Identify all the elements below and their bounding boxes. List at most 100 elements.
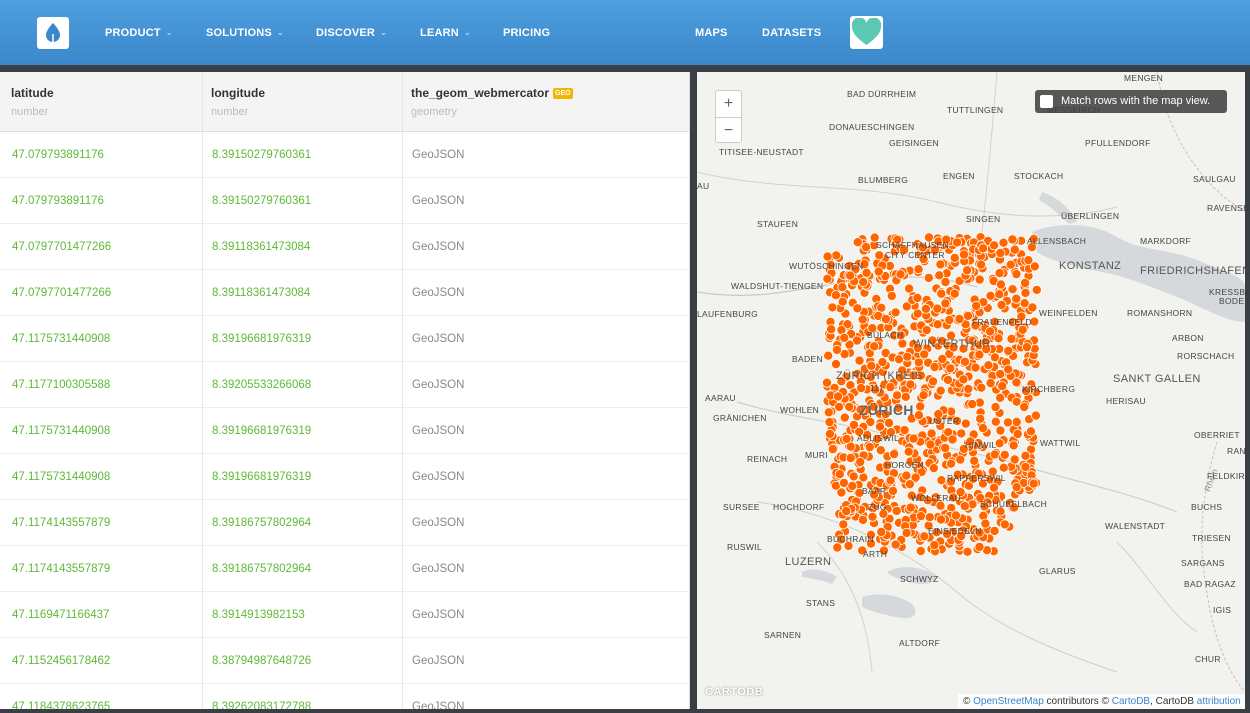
data-point[interactable] [958,249,969,260]
zoom-out-button[interactable]: − [716,117,741,143]
table-row[interactable]: 47.0797701477266 8.39118361473084 GeoJSON [0,270,689,316]
data-point[interactable] [892,390,903,401]
table-cell[interactable]: 8.39150279760361 [200,132,402,178]
data-point[interactable] [989,240,1000,251]
data-point[interactable] [1019,401,1030,412]
data-point[interactable] [903,446,914,457]
table-row[interactable]: 47.1177100305588 8.39205533266068 GeoJSON [0,362,689,408]
data-point[interactable] [918,390,929,401]
data-point[interactable] [913,264,924,275]
data-point[interactable] [935,514,946,525]
data-point[interactable] [839,332,850,343]
data-point[interactable] [915,511,926,522]
data-point[interactable] [942,374,953,385]
data-point[interactable] [919,349,930,360]
data-point[interactable] [908,433,919,444]
data-point[interactable] [1025,426,1036,437]
table-cell[interactable]: GeoJSON [400,224,689,270]
table-cell[interactable]: 47.079793891176 [0,178,202,224]
data-point[interactable] [950,510,961,521]
table-cell[interactable]: GeoJSON [400,546,689,592]
data-point[interactable] [1008,440,1019,451]
data-point[interactable] [1007,234,1018,245]
data-point[interactable] [833,391,844,402]
table-row[interactable]: 47.1174143557879 8.39186757802964 GeoJSON [0,546,689,592]
data-point[interactable] [1003,364,1014,375]
data-point[interactable] [923,272,934,283]
data-point[interactable] [1031,284,1042,295]
data-point[interactable] [921,325,932,336]
table-cell[interactable]: GeoJSON [400,408,689,454]
data-point[interactable] [967,399,978,410]
data-point[interactable] [1023,255,1034,266]
data-point[interactable] [913,410,924,421]
data-point[interactable] [904,479,915,490]
data-point[interactable] [852,303,863,314]
data-point[interactable] [940,276,951,287]
data-point[interactable] [963,383,974,394]
table-cell[interactable]: 47.079793891176 [0,132,202,178]
data-point[interactable] [869,341,880,352]
data-point[interactable] [997,381,1008,392]
table-cell[interactable]: 47.1175731440908 [0,316,202,362]
data-point[interactable] [841,433,852,444]
data-point[interactable] [841,506,852,517]
data-point[interactable] [880,314,891,325]
table-cell[interactable]: GeoJSON [400,592,689,638]
table-cell[interactable]: 47.1184378623765 [0,684,202,709]
data-point[interactable] [1020,461,1031,472]
data-point[interactable] [1012,428,1023,439]
data-point[interactable] [944,314,955,325]
data-point[interactable] [861,242,872,253]
data-point[interactable] [970,362,981,373]
data-point[interactable] [847,480,858,491]
table-cell[interactable]: 47.1175731440908 [0,408,202,454]
data-point[interactable] [1005,259,1016,270]
data-point[interactable] [929,361,940,372]
data-point[interactable] [824,428,835,439]
data-point[interactable] [837,296,848,307]
data-point[interactable] [940,298,951,309]
data-point[interactable] [945,458,956,469]
data-point[interactable] [886,290,897,301]
data-point[interactable] [960,418,971,429]
data-point[interactable] [980,518,991,529]
data-point[interactable] [913,357,924,368]
data-point[interactable] [955,454,966,465]
data-point[interactable] [1019,298,1030,309]
data-point[interactable] [897,338,908,349]
data-point[interactable] [845,270,856,281]
data-point[interactable] [929,540,940,551]
data-point[interactable] [985,326,996,337]
data-point[interactable] [887,485,898,496]
data-point[interactable] [893,354,904,365]
map-view[interactable]: MENGEN BAD DÜRRHEIM TUTTLINGEN MESSKIRCH… [697,72,1245,709]
data-point[interactable] [883,417,894,428]
data-point[interactable] [874,421,885,432]
data-point[interactable] [852,237,863,248]
data-point[interactable] [899,425,910,436]
table-cell[interactable]: GeoJSON [400,132,689,178]
data-point[interactable] [877,357,888,368]
data-point[interactable] [998,237,1009,248]
table-row[interactable]: 47.1184378623765 8.39262083172788 GeoJSON [0,684,689,709]
match-rows-toggle[interactable]: Match rows with the map view. [1035,90,1227,113]
data-point[interactable] [915,545,926,556]
data-point[interactable] [936,288,947,299]
data-point[interactable] [1020,450,1031,461]
table-row[interactable]: 47.0797701477266 8.39118361473084 GeoJSON [0,224,689,270]
data-point[interactable] [1011,269,1022,280]
table-row[interactable]: 47.079793891176 8.39150279760361 GeoJSON [0,178,689,224]
data-point[interactable] [901,527,912,538]
data-point[interactable] [864,442,875,453]
nav-datasets[interactable]: DATASETS [762,27,821,39]
data-point[interactable] [902,351,913,362]
nav-solutions[interactable]: SOLUTIONS ⌄ [206,27,284,39]
data-point[interactable] [912,292,923,303]
table-cell[interactable]: 8.39186757802964 [200,500,402,546]
data-point[interactable] [838,477,849,488]
column-header-latitude[interactable]: latitude number [0,72,202,132]
data-point[interactable] [995,392,1006,403]
data-point[interactable] [1021,342,1032,353]
nav-product[interactable]: PRODUCT ⌄ [105,27,173,39]
